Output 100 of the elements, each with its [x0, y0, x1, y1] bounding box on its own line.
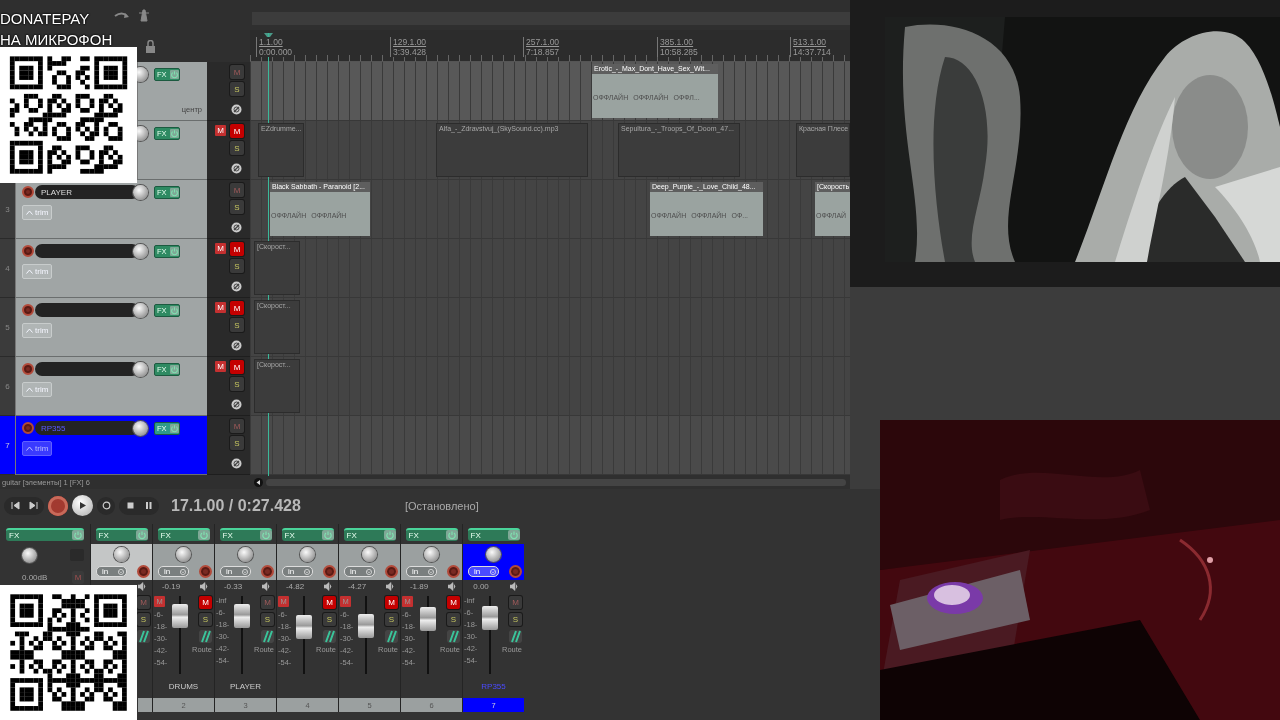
mute-button[interactable]: M	[230, 242, 244, 256]
volume-knob[interactable]	[133, 184, 148, 200]
volume-fader[interactable]	[296, 615, 312, 640]
solo-button[interactable]: S	[447, 613, 460, 626]
mute-button[interactable]: M	[385, 596, 398, 609]
timeline-ruler[interactable]: 1.1.00 0:00.000 129.1.00 3:39.428 257.1.00 7:18.857 385.1.00 10:58.285 513.1.00 14:37.714	[250, 30, 850, 62]
strip-header-panel[interactable]: in	[463, 544, 524, 580]
route-icon[interactable]	[199, 630, 212, 643]
solo-button[interactable]: S	[323, 613, 336, 626]
route-icon[interactable]	[509, 630, 522, 643]
speaker-icon[interactable]	[138, 582, 147, 591]
input-button[interactable]: in	[406, 566, 437, 577]
pan-knob[interactable]	[22, 547, 37, 563]
phase-icon[interactable]	[231, 222, 242, 233]
mute-button[interactable]: M	[230, 124, 244, 138]
volume-fader[interactable]	[234, 603, 250, 628]
mute-button[interactable]: M	[230, 360, 244, 374]
solo-button[interactable]: S	[230, 436, 244, 450]
input-button[interactable]: in	[96, 566, 127, 577]
record-arm-button[interactable]	[261, 565, 274, 578]
solo-button[interactable]: S	[137, 613, 150, 626]
record-arm-button[interactable]	[323, 565, 336, 578]
solo-button[interactable]: S	[230, 377, 244, 391]
play-button[interactable]	[72, 495, 93, 516]
volume-fader[interactable]	[358, 613, 374, 638]
solo-button[interactable]: S	[230, 82, 244, 96]
volume-fader[interactable]	[420, 607, 436, 632]
repeat-button[interactable]	[97, 496, 115, 515]
strip-header-panel[interactable]: in	[215, 544, 276, 580]
record-arm-button[interactable]	[22, 304, 34, 316]
phase-icon[interactable]	[231, 340, 242, 351]
pan-knob[interactable]	[176, 547, 191, 562]
fx-button[interactable]: FX	[405, 527, 458, 541]
fx-button[interactable]: FX	[219, 527, 272, 541]
strip-header-panel[interactable]: in	[153, 544, 214, 580]
phase-icon[interactable]	[231, 458, 242, 469]
pan-knob[interactable]	[114, 547, 129, 562]
strip-header-panel[interactable]: in	[339, 544, 400, 580]
pan-knob[interactable]	[238, 547, 253, 562]
record-arm-button[interactable]	[137, 565, 150, 578]
route-icon[interactable]	[447, 630, 460, 643]
fx-button[interactable]: FX	[6, 527, 84, 541]
solo-button[interactable]: S	[261, 613, 274, 626]
fx-button[interactable]: FX	[95, 527, 148, 541]
mute-button[interactable]: M	[447, 596, 460, 609]
pan-knob[interactable]	[362, 547, 377, 562]
pan-knob[interactable]	[300, 547, 315, 562]
solo-button[interactable]: S	[199, 613, 212, 626]
volume-fader[interactable]	[482, 605, 498, 630]
volume-knob[interactable]	[133, 420, 148, 436]
record-arm-button[interactable]	[199, 565, 212, 578]
route-icon[interactable]	[137, 630, 150, 643]
record-arm-button[interactable]	[22, 186, 34, 198]
fx-button[interactable]: FX	[157, 527, 210, 541]
pan-knob[interactable]	[486, 547, 501, 562]
input-button[interactable]: in	[220, 566, 251, 577]
phase-icon[interactable]	[231, 104, 242, 115]
volume-knob[interactable]	[133, 361, 148, 377]
fx-button[interactable]: FX	[281, 527, 334, 541]
record-arm-button[interactable]	[447, 565, 460, 578]
speaker-icon[interactable]	[510, 582, 519, 591]
input-button[interactable]: in	[344, 566, 375, 577]
input-button[interactable]: in	[282, 566, 313, 577]
solo-button[interactable]: S	[230, 259, 244, 273]
input-button[interactable]: in	[158, 566, 189, 577]
mute-button[interactable]: M	[199, 596, 212, 609]
volume-fader[interactable]	[172, 603, 188, 628]
solo-button[interactable]: S	[230, 318, 244, 332]
record-button[interactable]	[48, 495, 68, 516]
phase-icon[interactable]	[231, 399, 242, 410]
speaker-icon[interactable]	[200, 582, 209, 591]
pan-knob[interactable]	[424, 547, 439, 562]
route-icon[interactable]	[323, 630, 336, 643]
speaker-icon[interactable]	[448, 582, 457, 591]
strip-header-panel[interactable]: in	[91, 544, 152, 580]
strip-header-panel[interactable]: in	[401, 544, 462, 580]
phase-icon[interactable]	[231, 163, 242, 174]
mute-button[interactable]: M	[323, 596, 336, 609]
route-icon[interactable]	[385, 630, 398, 643]
input-button[interactable]: in	[468, 566, 499, 577]
route-icon[interactable]	[261, 630, 274, 643]
phase-icon[interactable]	[231, 281, 242, 292]
speaker-icon[interactable]	[262, 582, 271, 591]
metronome-icon[interactable]	[136, 9, 152, 22]
fx-button[interactable]: FX	[343, 527, 396, 541]
speaker-icon[interactable]	[324, 582, 333, 591]
mute-button[interactable]: M	[230, 301, 244, 315]
volume-knob[interactable]	[133, 243, 148, 259]
solo-button[interactable]: S	[230, 200, 244, 214]
volume-knob[interactable]	[133, 302, 148, 318]
solo-button[interactable]: S	[230, 141, 244, 155]
speaker-icon[interactable]	[386, 582, 395, 591]
solo-button[interactable]: S	[385, 613, 398, 626]
record-arm-button[interactable]	[385, 565, 398, 578]
strip-header-panel[interactable]: in	[277, 544, 338, 580]
trim-button[interactable]: trim	[22, 441, 53, 456]
solo-button[interactable]: S	[509, 613, 522, 626]
fx-button[interactable]: FX	[467, 527, 520, 541]
record-arm-button[interactable]	[22, 363, 34, 375]
record-arm-button[interactable]	[22, 245, 34, 257]
